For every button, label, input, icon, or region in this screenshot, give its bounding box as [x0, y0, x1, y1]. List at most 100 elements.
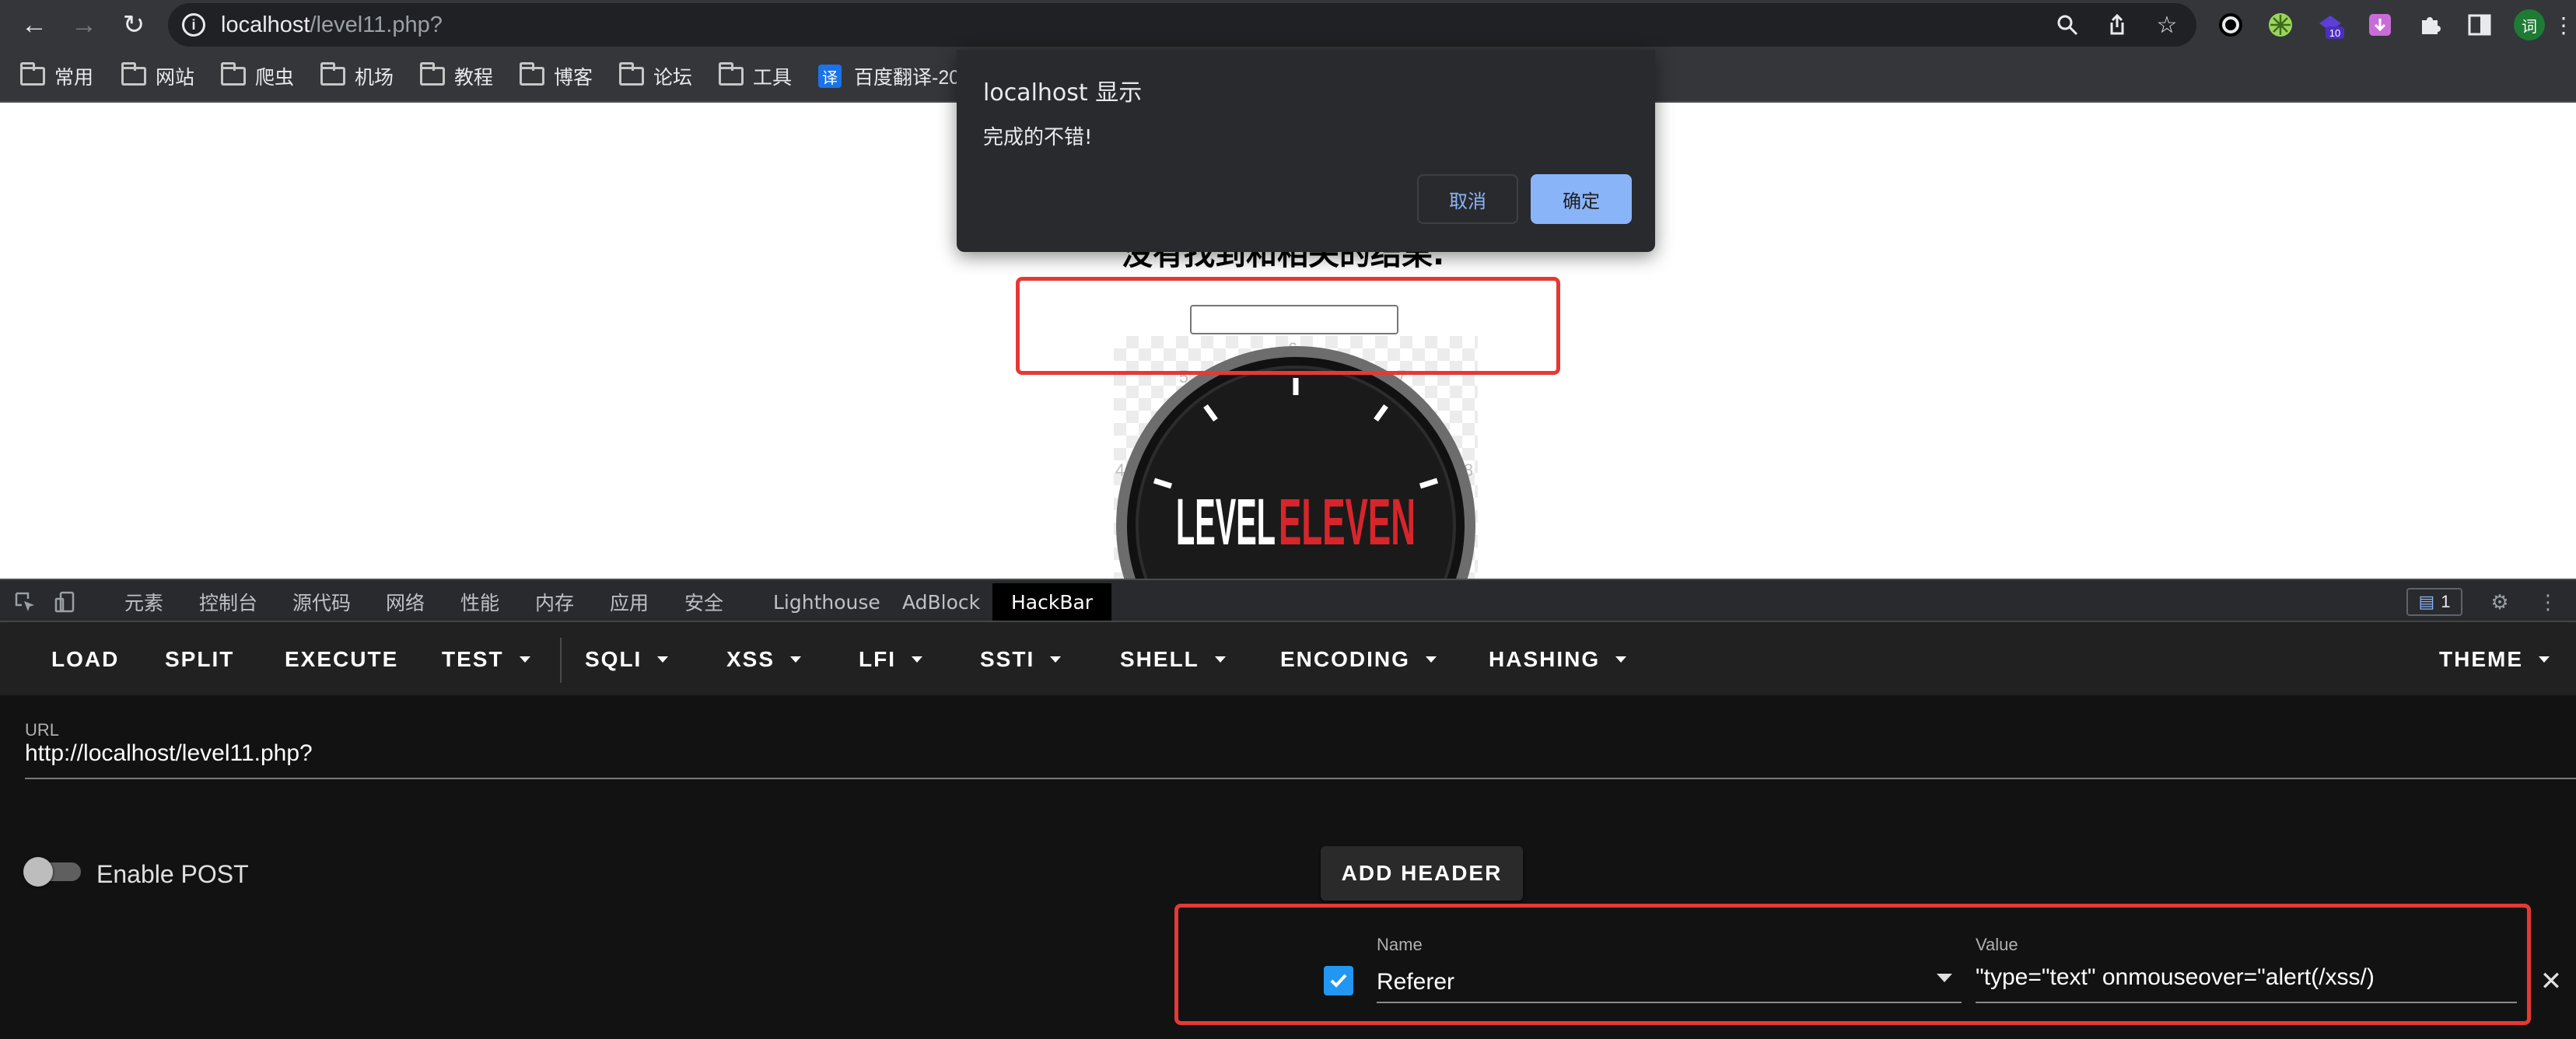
extension-hackbar-icon[interactable]: 10 — [2315, 9, 2346, 40]
extensions-puzzle-icon[interactable] — [2414, 9, 2445, 40]
bookmark-folder[interactable]: 常用 — [20, 61, 93, 92]
extension-download-icon[interactable] — [2364, 9, 2396, 40]
settings-gear-icon[interactable]: ⚙ — [2486, 588, 2514, 616]
bookmark-folder[interactable]: 爬虫 — [221, 61, 294, 92]
menu-load[interactable]: LOAD — [51, 644, 119, 675]
devtools-tab[interactable]: 源代码 — [292, 583, 351, 621]
bookmark-folder[interactable]: 机场 — [320, 61, 394, 92]
extension-green-icon[interactable] — [2265, 9, 2296, 40]
bookmark-label: 工具 — [753, 67, 793, 89]
side-panel-icon[interactable] — [2464, 9, 2495, 40]
address-bar[interactable]: i localhost/level11.php? ☆ — [168, 3, 2196, 47]
devtools-tab[interactable]: 元素 — [124, 583, 163, 621]
menu-shell[interactable]: SHELL — [1120, 644, 1226, 675]
header-name-field[interactable]: Referer — [1377, 969, 1454, 995]
issues-count: 1 — [2441, 592, 2451, 611]
folder-icon — [20, 62, 45, 86]
devtools-tab[interactable]: 应用 — [610, 583, 649, 621]
bookmark-folder[interactable]: 论坛 — [619, 61, 692, 92]
header-name-dropdown-icon[interactable] — [1937, 974, 1952, 982]
header-enabled-checkbox[interactable] — [1324, 966, 1353, 995]
zoom-icon[interactable] — [2053, 11, 2081, 39]
folder-icon — [121, 62, 146, 86]
dialog-message: 完成的不错! — [983, 126, 1093, 149]
url-field-underline — [25, 778, 2576, 779]
site-info-icon[interactable]: i — [182, 13, 205, 37]
devtools-tab[interactable]: 安全 — [684, 583, 723, 621]
message-icon: ▤ — [2418, 592, 2435, 611]
menu-label: HASHING — [1489, 647, 1601, 671]
bookmark-translate[interactable]: 译百度翻译-20 — [818, 61, 960, 92]
bookmark-label: 百度翻译-20 — [854, 67, 961, 89]
folder-icon — [520, 62, 544, 86]
ok-button[interactable]: 确定 — [1531, 174, 1632, 224]
url-field[interactable]: http://localhost/level11.php? — [25, 740, 313, 767]
bookmark-star-icon[interactable]: ☆ — [2153, 11, 2181, 39]
cancel-button[interactable]: 取消 — [1417, 174, 1518, 224]
devtools-tab[interactable]: Lighthouse — [773, 583, 880, 621]
forward-arrow-icon[interactable]: → — [68, 9, 100, 40]
url-host: localhost — [221, 12, 310, 37]
highlight-box-input — [1016, 277, 1560, 375]
add-header-button[interactable]: ADD HEADER — [1321, 846, 1523, 901]
profile-avatar[interactable]: 词 — [2514, 9, 2545, 40]
menu-label: EXECUTE — [285, 647, 399, 671]
browser-menu-icon[interactable]: ⋮ — [2553, 9, 2574, 40]
menu-xss[interactable]: XSS — [726, 644, 802, 675]
inspect-element-icon[interactable] — [11, 588, 39, 616]
header-name-underline — [1377, 1002, 1962, 1003]
caret-down-icon — [1425, 656, 1437, 663]
menu-lfi[interactable]: LFI — [859, 644, 922, 675]
share-icon[interactable] — [2103, 11, 2131, 39]
header-value-label: Value — [1976, 935, 2018, 954]
bookmark-label: 常用 — [54, 67, 94, 89]
caret-down-icon — [1214, 656, 1226, 663]
devtools-tab[interactable]: 网络 — [386, 583, 425, 621]
folder-icon — [420, 62, 445, 86]
address-text[interactable]: localhost/level11.php? — [221, 12, 443, 37]
menu-sqli[interactable]: SQLI — [585, 644, 669, 675]
devtools-tab[interactable]: 控制台 — [199, 583, 257, 621]
devtools-tab[interactable]: AdBlock — [902, 583, 980, 621]
menu-encoding[interactable]: ENCODING — [1280, 644, 1437, 675]
menu-label: LFI — [859, 647, 896, 671]
devtools-tab[interactable]: 性能 — [460, 583, 499, 621]
header-value-field[interactable]: "type="text" onmouseover="alert(/xss/) — [1976, 964, 2375, 991]
header-value-underline — [1976, 1002, 2517, 1003]
issues-button[interactable]: ▤ 1 — [2406, 588, 2462, 616]
bookmark-label: 博客 — [554, 67, 593, 89]
menu-label: SSTI — [980, 647, 1035, 671]
bookmark-folder[interactable]: 网站 — [121, 61, 194, 92]
menu-test[interactable]: TEST — [442, 644, 530, 675]
bookmark-label: 教程 — [454, 67, 494, 89]
checkmark-icon — [1330, 974, 1347, 988]
caret-down-icon — [1050, 656, 1062, 663]
bookmark-folder[interactable]: 博客 — [520, 61, 593, 92]
reload-icon[interactable]: ↻ — [118, 9, 149, 40]
menu-label: XSS — [726, 647, 775, 671]
devtools-menu-icon[interactable]: ⋮ — [2534, 588, 2562, 616]
caret-down-icon — [2539, 656, 2550, 663]
translate-icon: 译 — [818, 65, 842, 88]
menu-execute[interactable]: EXECUTE — [285, 644, 398, 675]
caret-down-icon — [519, 656, 530, 663]
hackbar-menu: LOAD SPLIT EXECUTE TEST SQLI XSS LFI SST… — [0, 622, 2576, 695]
bookmark-folder[interactable]: 工具 — [719, 61, 792, 92]
device-toolbar-icon[interactable] — [51, 588, 79, 616]
menu-label: SPLIT — [165, 647, 235, 671]
devtools-tab-hackbar[interactable]: HackBar — [992, 583, 1112, 621]
extension-circle-icon[interactable] — [2215, 9, 2246, 40]
dialog-title: localhost 显示 — [983, 79, 1143, 107]
menu-label: ENCODING — [1280, 647, 1410, 671]
remove-header-close-icon[interactable]: ✕ — [2540, 967, 2563, 996]
devtools-tab[interactable]: 内存 — [535, 583, 574, 621]
menu-split[interactable]: SPLIT — [165, 644, 234, 675]
back-arrow-icon[interactable]: ← — [19, 9, 50, 40]
folder-icon — [719, 62, 744, 86]
bookmark-folder[interactable]: 教程 — [420, 61, 493, 92]
menu-label: SHELL — [1120, 647, 1199, 671]
menu-theme[interactable]: THEME — [2439, 644, 2550, 675]
enable-post-toggle[interactable] — [23, 857, 82, 887]
menu-hashing[interactable]: HASHING — [1489, 644, 1627, 675]
menu-ssti[interactable]: SSTI — [980, 644, 1062, 675]
